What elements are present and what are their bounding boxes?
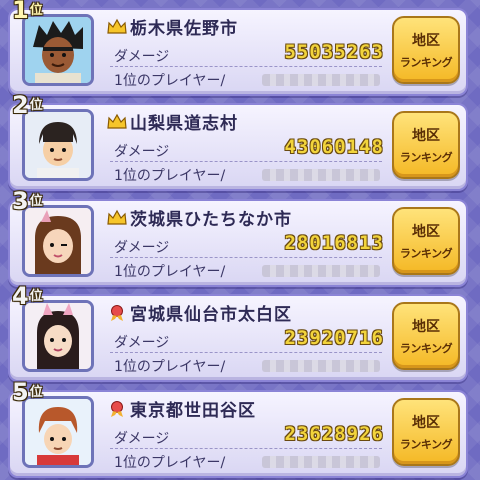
rank-number: 1位	[12, 0, 43, 24]
divider	[110, 257, 382, 258]
damage-label: ダメージ	[114, 49, 170, 65]
ribbon-icon	[111, 305, 123, 321]
divider	[110, 448, 382, 449]
top-player-label: 1位のプレイヤー/	[114, 455, 226, 471]
damage-label: ダメージ	[114, 335, 170, 351]
ranking-row: 3位 茨城県ひたちなか市 ダメージ 28016813 1位のプレイヤー/ 地区 …	[8, 189, 468, 287]
damage-value: 43060148	[284, 136, 384, 158]
district-ranking-button[interactable]: 地区 ランキング	[392, 398, 460, 466]
blurred-player-name	[262, 169, 380, 181]
ranking-list: 1位 栃木県佐野市 ダメージ 55035263 1位のプレイヤー/ 地区 ランキ…	[0, 0, 480, 480]
damage-value: 23628926	[284, 423, 384, 445]
divider	[110, 161, 382, 162]
rank-number: 2位	[12, 91, 43, 119]
player-avatar	[22, 205, 94, 277]
top-player-label: 1位のプレイヤー/	[114, 264, 226, 280]
crown-icon	[107, 113, 127, 129]
district-ranking-button[interactable]: 地区 ランキング	[392, 302, 460, 370]
top-player-label: 1位のプレイヤー/	[114, 168, 226, 184]
blurred-player-name	[262, 360, 380, 372]
damage-value: 28016813	[284, 232, 384, 254]
damage-label: ダメージ	[114, 431, 170, 447]
player-avatar	[22, 396, 94, 468]
ranking-row: 2位 山梨県道志村 ダメージ 43060148 1位のプレイヤー/ 地区 ランキ…	[8, 93, 468, 191]
player-avatar	[22, 109, 94, 181]
player-avatar	[22, 14, 94, 86]
rank-number: 3位	[12, 187, 43, 215]
location-name: 山梨県道志村	[130, 114, 238, 134]
district-ranking-button[interactable]: 地区 ランキング	[392, 207, 460, 275]
ranking-row: 4位 宮城県仙台市太白区 ダメージ 23920716 1位のプレイヤー/ 地区 …	[8, 284, 468, 382]
ranking-row: 5位 東京都世田谷区 ダメージ 23628926 1位のプレイヤー/ 地区 ラン…	[8, 380, 468, 478]
district-ranking-button[interactable]: 地区 ランキング	[392, 16, 460, 84]
crown-icon	[107, 18, 127, 34]
player-avatar	[22, 300, 94, 372]
blurred-player-name	[262, 456, 380, 468]
rank-number: 5位	[12, 378, 43, 406]
blurred-player-name	[262, 74, 380, 86]
blurred-player-name	[262, 265, 380, 277]
ranking-row: 1位 栃木県佐野市 ダメージ 55035263 1位のプレイヤー/ 地区 ランキ…	[8, 0, 468, 96]
top-player-label: 1位のプレイヤー/	[114, 73, 226, 89]
district-ranking-button[interactable]: 地区 ランキング	[392, 111, 460, 179]
rank-number: 4位	[12, 282, 43, 310]
damage-label: ダメージ	[114, 240, 170, 256]
location-name: 東京都世田谷区	[130, 401, 256, 421]
top-player-label: 1位のプレイヤー/	[114, 359, 226, 375]
divider	[110, 66, 382, 67]
ribbon-icon	[111, 401, 123, 417]
location-name: 茨城県ひたちなか市	[130, 210, 292, 230]
divider	[110, 352, 382, 353]
location-name: 栃木県佐野市	[130, 19, 238, 39]
damage-label: ダメージ	[114, 144, 170, 160]
damage-value: 55035263	[284, 41, 384, 63]
crown-icon	[107, 209, 127, 225]
location-name: 宮城県仙台市太白区	[130, 305, 292, 325]
damage-value: 23920716	[284, 327, 384, 349]
